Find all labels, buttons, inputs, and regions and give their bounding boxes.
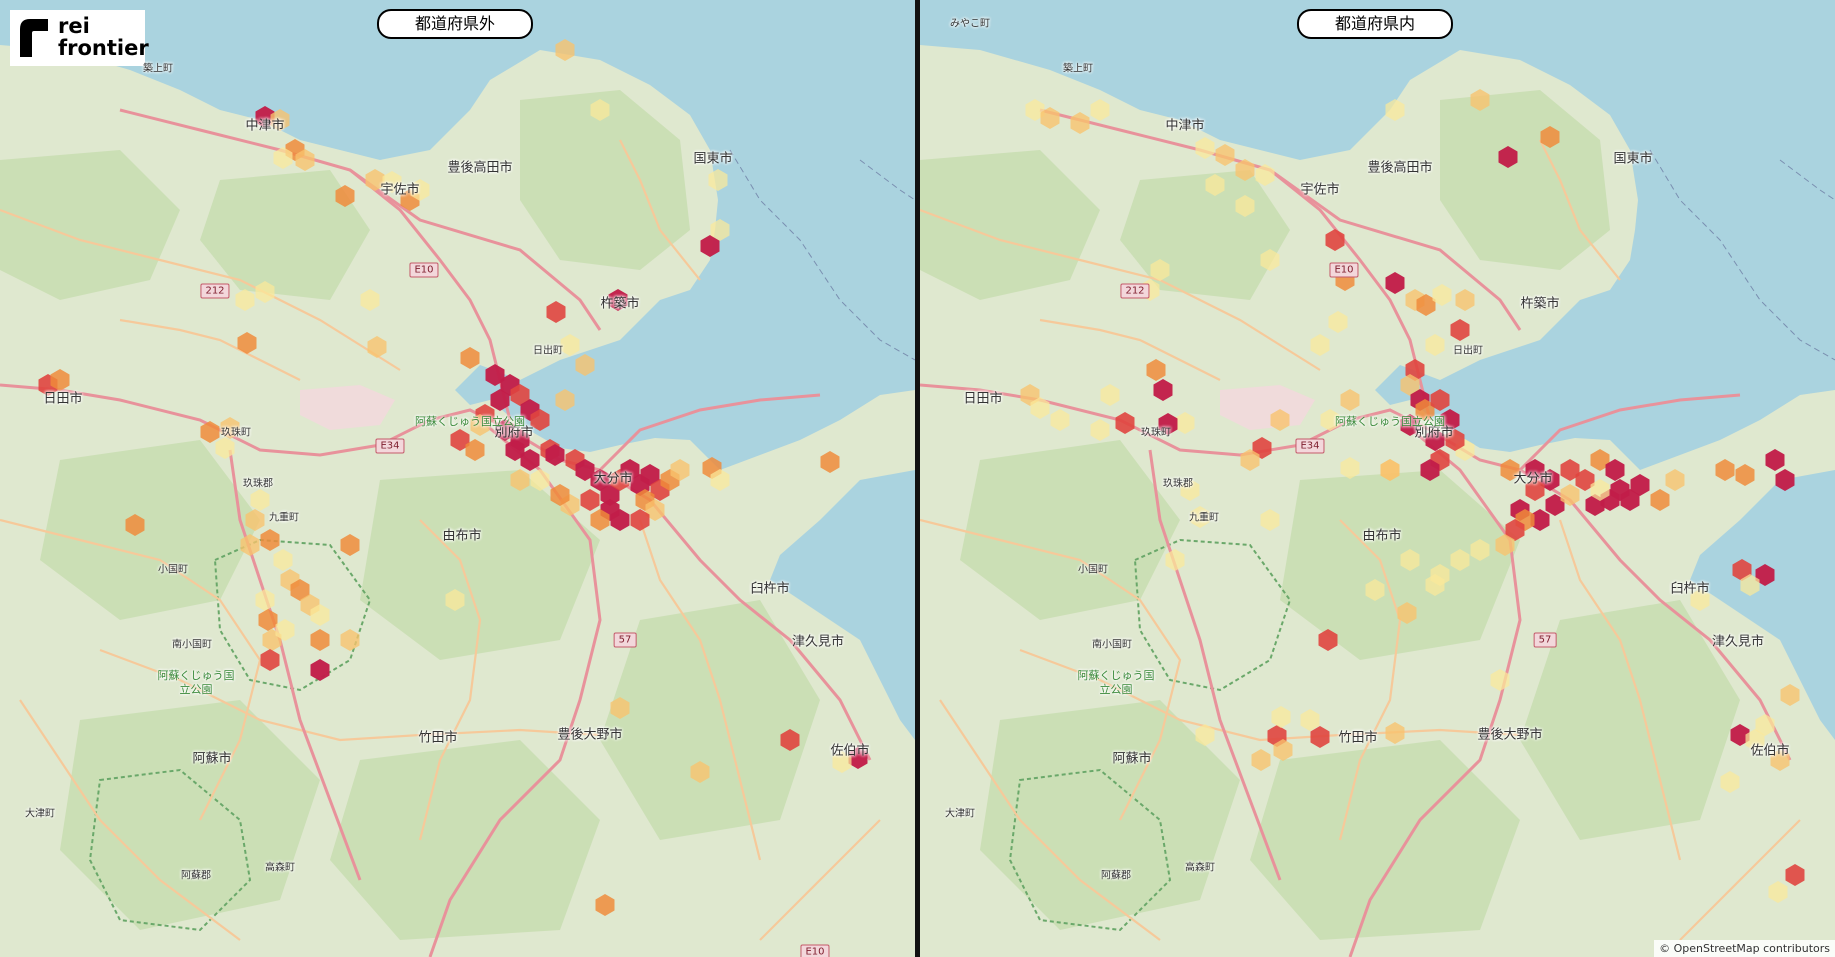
place-label: 国東市 — [693, 151, 733, 167]
place-label: 玖珠町 — [1141, 427, 1171, 439]
place-label: 豊後大野市 — [1477, 727, 1543, 743]
park-label: 阿蘇くじゅう国立公園 — [1335, 415, 1445, 428]
place-label: 竹田市 — [1338, 730, 1378, 746]
place-label: 大津町 — [945, 808, 975, 820]
road-shield: 57 — [1533, 632, 1557, 648]
place-label: 大分市 — [593, 471, 633, 487]
map-canvas[interactable] — [920, 0, 1835, 957]
place-label: 南小国町 — [1092, 639, 1132, 651]
place-label: 高森町 — [265, 862, 295, 874]
map-canvas[interactable] — [0, 0, 915, 957]
place-label: 南小国町 — [172, 639, 212, 651]
place-label: 阿蘇郡 — [181, 870, 211, 882]
place-label: 杵築市 — [600, 296, 640, 312]
park-label: 阿蘇くじゅう国立公園 — [1077, 669, 1155, 696]
place-label: 由布市 — [442, 528, 482, 544]
place-label: 小国町 — [1078, 564, 1108, 576]
place-label: 大津町 — [25, 808, 55, 820]
place-label: 中津市 — [1165, 118, 1205, 134]
place-label: みやこ町 — [950, 18, 990, 30]
place-label: 高森町 — [1185, 862, 1215, 874]
panel-title-left: 都道府県外 — [376, 9, 534, 39]
place-label: 小国町 — [158, 564, 188, 576]
road-shield: E10 — [409, 262, 439, 278]
panel-title-right: 都道府県内 — [1296, 9, 1454, 39]
place-label: 中津市 — [245, 118, 285, 134]
map-attribution[interactable]: © OpenStreetMap contributors — [1654, 940, 1835, 957]
road-shield: E10 — [800, 944, 830, 957]
place-label: 豊後高田市 — [447, 160, 513, 176]
road-shield: 212 — [200, 283, 230, 299]
place-label: 玖珠郡 — [243, 478, 273, 490]
logo-text-line1: rei — [58, 14, 90, 38]
place-label: 日出町 — [533, 345, 563, 357]
place-label: 豊後大野市 — [557, 727, 623, 743]
place-label: 豊後高田市 — [1367, 160, 1433, 176]
place-label: 杵築市 — [1520, 296, 1560, 312]
place-label: 築上町 — [1063, 63, 1093, 75]
place-label: 佐伯市 — [1750, 743, 1790, 759]
park-label: 阿蘇くじゅう国立公園 — [415, 415, 525, 428]
road-shield: E34 — [1295, 438, 1325, 454]
place-label: 玖珠郡 — [1163, 478, 1193, 490]
place-label: 阿蘇市 — [192, 751, 232, 767]
map-panel-outside-prefecture[interactable]: rei frontier 都道府県外 212 E10 E34 57 E10 中津… — [0, 0, 915, 957]
map-panel-inside-prefecture[interactable]: 都道府県内 212 E10 E34 57 みやこ町 築上町 中津市 豊後高田市 … — [920, 0, 1835, 957]
place-label: 日出町 — [1453, 345, 1483, 357]
place-label: 日田市 — [963, 391, 1003, 407]
place-label: 津久見市 — [1711, 634, 1765, 650]
place-label: 宇佐市 — [380, 182, 420, 198]
place-label: 九重町 — [1189, 512, 1219, 524]
logo-text-line2: frontier — [58, 36, 149, 60]
park-label: 阿蘇くじゅう国立公園 — [157, 669, 235, 696]
place-label: 阿蘇市 — [1112, 751, 1152, 767]
place-label: 玖珠町 — [221, 427, 251, 439]
place-label: 由布市 — [1362, 528, 1402, 544]
road-shield: 57 — [613, 632, 637, 648]
logo-mark-icon — [20, 19, 48, 57]
place-label: 日田市 — [43, 391, 83, 407]
place-label: 臼杵市 — [750, 581, 790, 597]
road-shield: 212 — [1120, 283, 1150, 299]
place-label: 宇佐市 — [1300, 182, 1340, 198]
road-shield: E34 — [375, 438, 405, 454]
place-label: 九重町 — [269, 512, 299, 524]
place-label: 阿蘇郡 — [1101, 870, 1131, 882]
place-label: 佐伯市 — [830, 743, 870, 759]
place-label: 大分市 — [1513, 471, 1553, 487]
road-shield: E10 — [1329, 262, 1359, 278]
place-label: 臼杵市 — [1670, 581, 1710, 597]
place-label: 国東市 — [1613, 151, 1653, 167]
place-label: 竹田市 — [418, 730, 458, 746]
brand-logo: rei frontier — [10, 10, 149, 66]
place-label: 津久見市 — [791, 634, 845, 650]
place-label: 築上町 — [143, 63, 173, 75]
